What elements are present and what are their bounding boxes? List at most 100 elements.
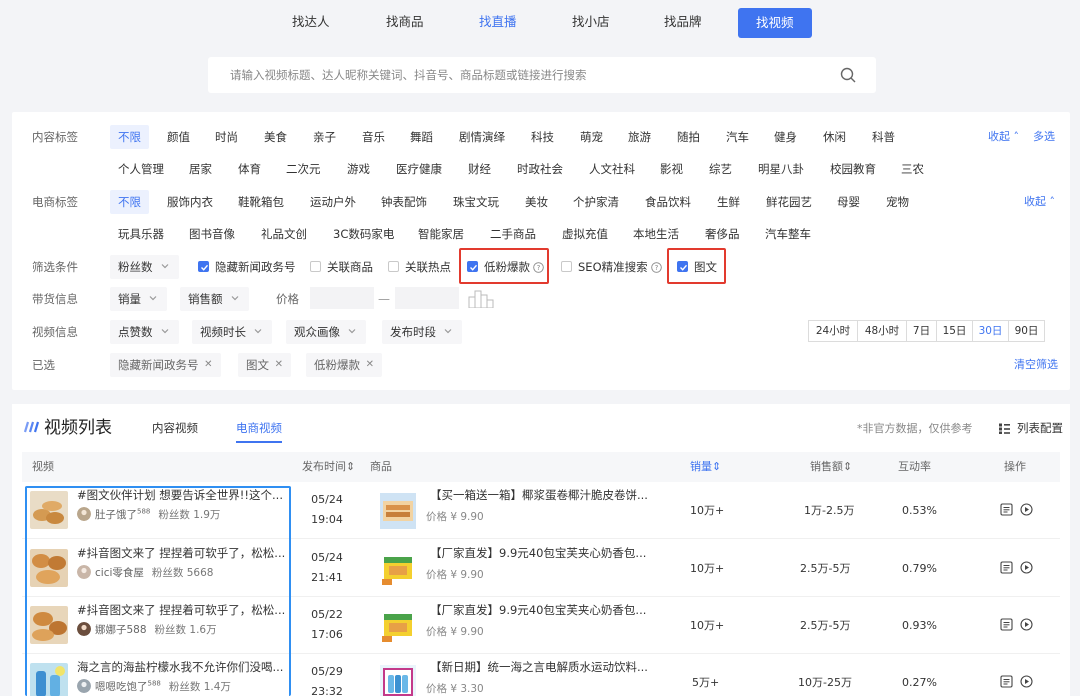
product-image[interactable] xyxy=(380,665,416,696)
ecom-tag[interactable]: 珠宝文玩 xyxy=(453,190,499,214)
close-icon[interactable]: ✕ xyxy=(204,353,212,377)
search-input[interactable] xyxy=(208,57,828,93)
audience-dropdown[interactable]: 观众画像 xyxy=(286,320,366,344)
ecom-tag[interactable]: 图书音像 xyxy=(189,222,235,246)
col-publish-time[interactable]: 发布时间⇕ xyxy=(302,452,355,482)
content-tag[interactable]: 舞蹈 xyxy=(410,125,433,149)
detail-icon[interactable] xyxy=(1000,618,1013,634)
product-title[interactable]: 【新日期】统一海之言电解质水运动饮料... xyxy=(430,659,666,675)
content-tag[interactable]: 二次元 xyxy=(286,157,321,181)
ecom-collapse-link[interactable]: 收起 ˄ xyxy=(1024,190,1055,214)
content-multiselect-link[interactable]: 多选 xyxy=(1033,125,1055,149)
content-tag[interactable]: 随拍 xyxy=(677,125,700,149)
ecom-tag[interactable]: 运动户外 xyxy=(310,190,356,214)
time-90d-button[interactable]: 90日 xyxy=(1008,320,1045,342)
content-tag[interactable]: 体育 xyxy=(238,157,261,181)
content-tag[interactable]: 颜值 xyxy=(167,125,190,149)
ecom-tag[interactable]: 虚拟充值 xyxy=(562,222,608,246)
play-icon[interactable] xyxy=(1020,503,1033,519)
content-tag[interactable]: 亲子 xyxy=(313,125,336,149)
close-icon[interactable]: ✕ xyxy=(366,353,374,377)
content-tag[interactable]: 汽车 xyxy=(726,125,749,149)
seo-search-checkbox[interactable]: SEO精准搜索? xyxy=(561,255,662,279)
content-tag[interactable]: 剧情演绎 xyxy=(459,125,505,149)
ecom-tag[interactable]: 食品饮料 xyxy=(645,190,691,214)
content-tag[interactable]: 游戏 xyxy=(347,157,370,181)
ecom-tag[interactable]: 个护家清 xyxy=(573,190,619,214)
content-tag[interactable]: 时政社会 xyxy=(517,157,563,181)
product-title[interactable]: 【厂家直发】9.9元40包宝芙夹心奶香包... xyxy=(430,545,666,561)
content-tag[interactable]: 人文社科 xyxy=(589,157,635,181)
close-icon[interactable]: ✕ xyxy=(275,353,283,377)
product-title[interactable]: 【买一箱送一箱】椰浆蛋卷椰汁脆皮卷饼... xyxy=(430,487,666,503)
content-tag[interactable]: 三农 xyxy=(901,157,924,181)
play-icon[interactable] xyxy=(1020,675,1033,691)
likes-dropdown[interactable]: 点赞数 xyxy=(110,320,179,344)
search-icon[interactable] xyxy=(840,67,856,83)
related-goods-checkbox[interactable]: 关联商品 xyxy=(310,255,373,279)
content-tag[interactable]: 科普 xyxy=(872,125,895,149)
play-icon[interactable] xyxy=(1020,561,1033,577)
content-tag[interactable]: 明星八卦 xyxy=(758,157,804,181)
nav-find-brand[interactable]: 找品牌 xyxy=(664,8,702,36)
content-tag[interactable]: 校园教育 xyxy=(830,157,876,181)
time-7d-button[interactable]: 7日 xyxy=(906,320,937,342)
nav-find-video[interactable]: 找视频 xyxy=(738,8,812,38)
play-icon[interactable] xyxy=(1020,618,1033,634)
content-tag[interactable]: 个人管理 xyxy=(118,157,164,181)
content-tag[interactable]: 居家 xyxy=(189,157,212,181)
ecom-tag[interactable]: 3C数码家电 xyxy=(333,222,394,246)
selected-chip[interactable]: 图文 ✕ xyxy=(238,353,291,377)
content-tag[interactable]: 医疗健康 xyxy=(396,157,442,181)
content-tag[interactable]: 健身 xyxy=(774,125,797,149)
ecom-tag[interactable]: 宠物 xyxy=(886,190,909,214)
time-48h-button[interactable]: 48小时 xyxy=(857,320,907,342)
content-tag-any[interactable]: 不限 xyxy=(110,125,149,149)
price-min-input[interactable] xyxy=(310,287,374,309)
related-hot-checkbox[interactable]: 关联热点 xyxy=(388,255,451,279)
time-30d-button[interactable]: 30日 xyxy=(972,320,1009,342)
help-icon[interactable]: ? xyxy=(650,262,662,273)
ecom-tag[interactable]: 汽车整车 xyxy=(765,222,811,246)
nav-find-shop[interactable]: 找小店 xyxy=(572,8,610,36)
ecom-tag[interactable]: 玩具乐器 xyxy=(118,222,164,246)
ecom-tag[interactable]: 生鲜 xyxy=(717,190,740,214)
nav-find-influencer[interactable]: 找达人 xyxy=(292,8,330,36)
price-max-input[interactable] xyxy=(395,287,459,309)
nav-find-live[interactable]: 找直播 xyxy=(479,8,517,36)
tab-ecom-video[interactable]: 电商视频 xyxy=(236,419,282,443)
col-sales[interactable]: 销量⇕ xyxy=(690,452,721,482)
detail-icon[interactable] xyxy=(1000,561,1013,577)
product-image[interactable] xyxy=(380,551,416,587)
revenue-dropdown[interactable]: 销售额 xyxy=(180,287,249,311)
detail-icon[interactable] xyxy=(1000,675,1013,691)
content-collapse-link[interactable]: 收起 ˄ xyxy=(988,125,1019,149)
content-tag[interactable]: 财经 xyxy=(468,157,491,181)
ecom-tag[interactable]: 鞋靴箱包 xyxy=(238,190,284,214)
time-15d-button[interactable]: 15日 xyxy=(936,320,973,342)
clear-filters-link[interactable]: 清空筛选 xyxy=(1014,353,1058,377)
content-tag[interactable]: 休闲 xyxy=(823,125,846,149)
fans-dropdown[interactable]: 粉丝数 xyxy=(110,255,179,279)
col-revenue[interactable]: 销售额⇕ xyxy=(810,452,852,482)
product-image[interactable] xyxy=(380,493,416,529)
content-tag[interactable]: 综艺 xyxy=(709,157,732,181)
ecom-tag[interactable]: 本地生活 xyxy=(633,222,679,246)
ecom-tag[interactable]: 钟表配饰 xyxy=(381,190,427,214)
content-tag[interactable]: 美食 xyxy=(264,125,287,149)
content-tag[interactable]: 科技 xyxy=(531,125,554,149)
hide-news-checkbox[interactable]: 隐藏新闻政务号 xyxy=(198,255,296,279)
selected-chip[interactable]: 隐藏新闻政务号 ✕ xyxy=(110,353,221,377)
content-tag[interactable]: 旅游 xyxy=(628,125,651,149)
ecom-tag[interactable]: 服饰内衣 xyxy=(167,190,213,214)
detail-icon[interactable] xyxy=(1000,503,1013,519)
ecom-tag[interactable]: 智能家居 xyxy=(418,222,464,246)
selected-chip[interactable]: 低粉爆款 ✕ xyxy=(306,353,382,377)
publish-period-dropdown[interactable]: 发布时段 xyxy=(382,320,462,344)
product-title[interactable]: 【厂家直发】9.9元40包宝芙夹心奶香包... xyxy=(430,602,666,618)
sales-dropdown[interactable]: 销量 xyxy=(110,287,167,311)
ecom-tag[interactable]: 母婴 xyxy=(837,190,860,214)
ecom-tag[interactable]: 奢侈品 xyxy=(705,222,740,246)
content-tag[interactable]: 萌宠 xyxy=(580,125,603,149)
ecom-tag[interactable]: 二手商品 xyxy=(490,222,536,246)
